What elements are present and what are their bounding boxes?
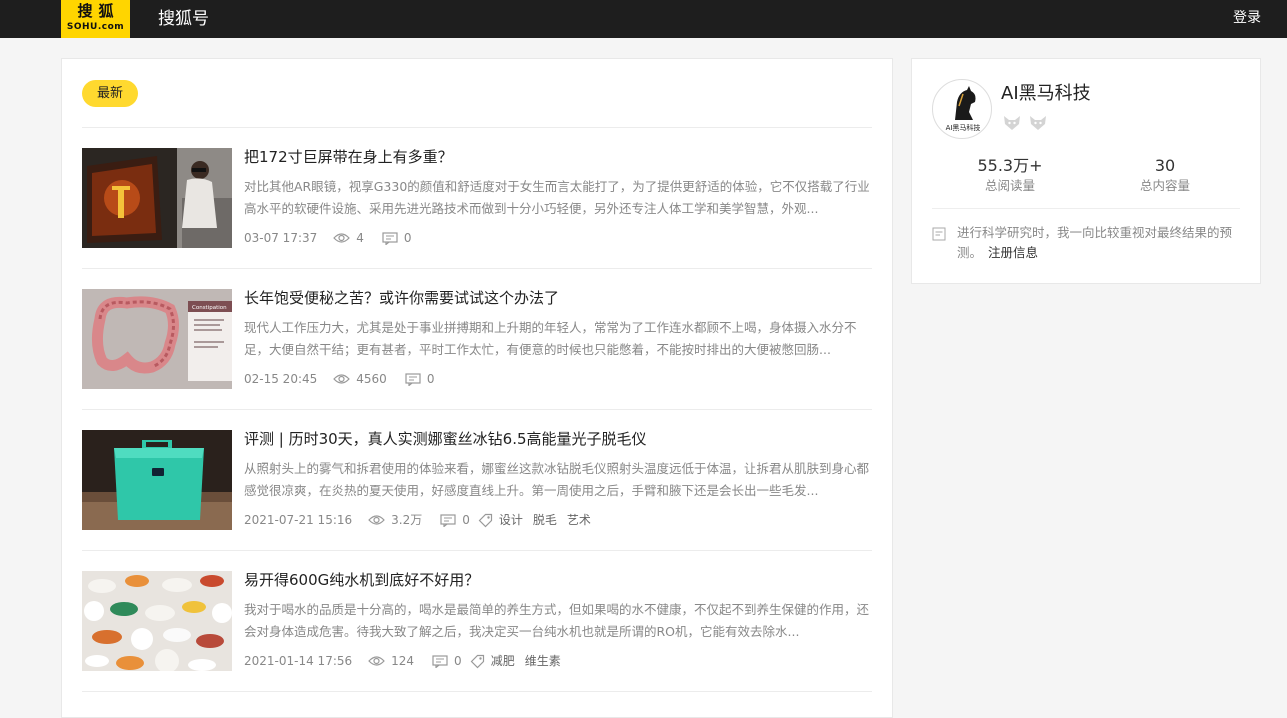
- comment-count[interactable]: 0: [454, 651, 462, 671]
- eye-icon: [368, 514, 385, 526]
- avatar-caption: AI黑马科技: [946, 123, 981, 132]
- stat-value: 30: [1154, 156, 1176, 175]
- stat-value: 55.3万+: [977, 156, 1043, 175]
- tag-icon: [470, 654, 485, 669]
- logo-sub-text: SOHU.com: [66, 22, 125, 32]
- article-item: 把172寸巨屏带在身上有多重？ 对比其他AR眼镜，视享G330的颜值和舒适度对于…: [82, 128, 872, 269]
- article-title[interactable]: 易开得600G纯水机到底好不好用？: [244, 569, 479, 591]
- black-horse-logo-icon: AI黑马科技: [946, 86, 981, 132]
- top-navigation-bar: 搜狐 SOHU.com 搜狐号 登录: [0, 0, 1287, 38]
- register-info-link[interactable]: 注册信息: [988, 245, 1038, 260]
- comment-count[interactable]: 0: [404, 228, 412, 248]
- article-time: 2021-01-14 17:56: [244, 654, 353, 668]
- article-tag[interactable]: 维生素: [525, 651, 561, 671]
- article-feed-panel: 最新 把172寸巨屏带在身上有多重？ 对比其他AR眼镜，视享G330的颜值和舒适…: [61, 58, 893, 718]
- article-title[interactable]: 评测 | 历时30天，真人实测娜蜜丝冰钻6.5高能量光子脱毛仪: [244, 428, 647, 450]
- sohu-logo[interactable]: 搜狐 SOHU.com: [61, 0, 130, 38]
- logo-main-text: 搜狐: [77, 2, 120, 20]
- view-count: 4560: [356, 372, 387, 386]
- article-tag[interactable]: 减肥: [491, 651, 515, 671]
- author-card-divider: [932, 208, 1240, 209]
- article-tag[interactable]: 脱毛: [533, 510, 557, 530]
- article-summary[interactable]: 对比其他AR眼镜，视享G330的颜值和舒适度对于女生而言太能打了，为了提供更舒适…: [244, 176, 870, 220]
- article-meta: 2021-07-21 15:16 3.2万 0 设计 脱毛 艺术: [244, 510, 601, 530]
- article-summary[interactable]: 现代人工作压力大，尤其是处于事业拼搏期和上升期的年轻人，常常为了工作连水都顾不上…: [244, 317, 870, 361]
- stat-label: 总内容量: [1139, 178, 1190, 193]
- article-meta: 03-07 17:37 4 0: [244, 228, 430, 248]
- stat-total-content: 30 总内容量: [1105, 156, 1225, 195]
- comment-count[interactable]: 0: [462, 510, 470, 530]
- article-time: 03-07 17:37: [244, 231, 318, 245]
- thumb-caption: Constipation: [192, 305, 227, 311]
- eye-icon: [368, 655, 385, 667]
- article-item: Constipation 长年饱受便秘之苦？或许你需要试试这个办法了 现代人工作…: [82, 269, 872, 410]
- author-name[interactable]: AI黑马科技: [1001, 82, 1091, 106]
- tab-latest[interactable]: 最新: [82, 80, 138, 107]
- document-icon: [932, 226, 946, 245]
- ar-glasses-image: [82, 148, 232, 248]
- article-tag[interactable]: 设计: [499, 510, 523, 530]
- article-meta: 02-15 20:45 4560 0: [244, 369, 452, 389]
- teal-box-image: [82, 430, 232, 530]
- tag-icon: [478, 513, 493, 528]
- view-count: 3.2万: [391, 513, 423, 527]
- fox-badge-icon: [1002, 114, 1022, 136]
- article-summary[interactable]: 从照射头上的雾气和拆君使用的体验来看，娜蜜丝这款冰钻脱毛仪照射头温度远低于体温，…: [244, 458, 870, 502]
- author-card: AI黑马科技 AI黑马科技 55.3万+ 总阅读量 30 总内容量 进行科学研究…: [911, 58, 1261, 284]
- article-summary[interactable]: 我对于喝水的品质是十分高的，喝水是最简单的养生方式，但如果喝的水不健康，不仅起不…: [244, 599, 870, 643]
- article-tag[interactable]: 艺术: [567, 510, 591, 530]
- comment-icon: [405, 372, 421, 386]
- stat-label: 总阅读量: [984, 178, 1035, 193]
- comment-icon: [432, 654, 448, 668]
- article-meta: 2021-01-14 17:56 124 0 减肥 维生素: [244, 651, 571, 671]
- fox-badge-icon: [1028, 114, 1048, 136]
- eye-icon: [333, 373, 351, 385]
- article-thumbnail-colon-illustration-image[interactable]: Constipation: [82, 289, 232, 389]
- colon-illustration-image: Constipation: [82, 289, 232, 389]
- view-count: 4: [356, 231, 364, 245]
- article-time: 02-15 20:45: [244, 372, 318, 386]
- login-link[interactable]: 登录: [1233, 9, 1261, 27]
- author-avatar[interactable]: AI黑马科技: [932, 79, 992, 139]
- comment-icon: [440, 513, 456, 527]
- article-title[interactable]: 长年饱受便秘之苦？或许你需要试试这个办法了: [244, 287, 559, 309]
- comment-icon: [382, 231, 398, 245]
- author-description: 进行科学研究时，我一向比较重视对最终结果的预测。 注册信息: [957, 223, 1242, 263]
- view-count: 124: [391, 654, 415, 668]
- stat-total-reads: 55.3万+ 总阅读量: [950, 156, 1070, 195]
- article-title[interactable]: 把172寸巨屏带在身上有多重？: [244, 146, 453, 168]
- article-item: 易开得600G纯水机到底好不好用？ 我对于喝水的品质是十分高的，喝水是最简单的养…: [82, 551, 872, 692]
- article-thumbnail-ar-glasses-image[interactable]: [82, 148, 232, 248]
- article-item: 评测 | 历时30天，真人实测娜蜜丝冰钻6.5高能量光子脱毛仪 从照射头上的雾气…: [82, 410, 872, 551]
- site-name[interactable]: 搜狐号: [158, 8, 209, 30]
- pills-image: [82, 571, 232, 671]
- article-time: 2021-07-21 15:16: [244, 513, 353, 527]
- eye-icon: [333, 232, 351, 244]
- comment-count[interactable]: 0: [427, 369, 435, 389]
- article-thumbnail-teal-box-image[interactable]: [82, 430, 232, 530]
- article-thumbnail-pills-image[interactable]: [82, 571, 232, 671]
- author-badges: [1002, 114, 1048, 136]
